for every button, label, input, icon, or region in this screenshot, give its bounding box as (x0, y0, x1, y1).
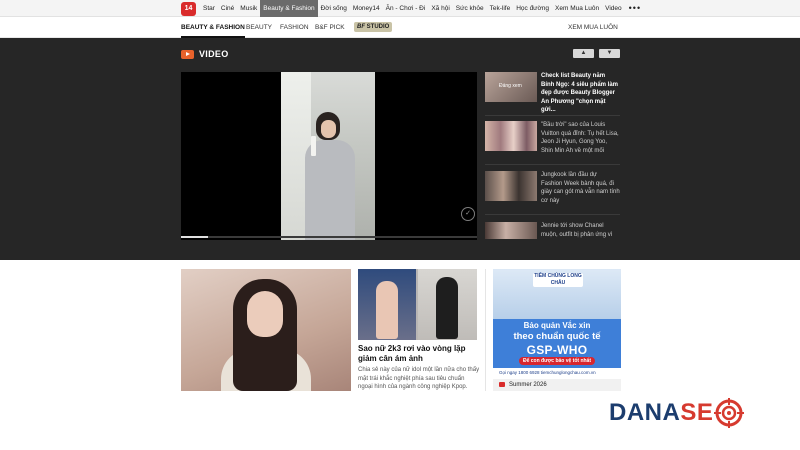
ad-footer: Gọi ngay 1800 6928 tiemchunglongchau.com… (493, 368, 621, 377)
danaseo-text-dana: DANA (609, 399, 681, 426)
play-icon (181, 49, 194, 59)
subnav-studio-badge[interactable]: BF STUDIO (354, 22, 393, 32)
video-watermark-icon: ✓ (461, 207, 475, 221)
nav-item-xem-mua-luon[interactable]: Xem Mua Luôn (552, 0, 602, 17)
featured-image-face (247, 291, 283, 337)
nav-item-money14[interactable]: Money14 (350, 0, 383, 17)
target-icon (714, 398, 745, 428)
site-logo[interactable]: 14 (181, 2, 196, 16)
video-list-item[interactable]: "Bầu trời" sao của Louis Vuitton quá đỉn… (485, 121, 620, 165)
summer-label: Summer 2026 (509, 382, 547, 388)
video-product-bottle (311, 136, 316, 156)
thumbnail-label: Đáng xem (499, 83, 522, 89)
top-navigation-bar: 14 Star Ciné Musik Beauty & Fashion Đời … (0, 0, 800, 17)
video-list-item-title[interactable]: Jungkook lần đầu dự Fashion Week bành qu… (541, 171, 620, 205)
video-thumbnail[interactable] (485, 222, 537, 239)
summer-2026-link[interactable]: Summer 2026 (493, 379, 621, 391)
nav-item-musik[interactable]: Musik (237, 0, 260, 17)
nav-item-video[interactable]: Video (602, 0, 625, 17)
video-progress-bar[interactable] (181, 236, 477, 238)
video-thumbnail[interactable] (485, 171, 537, 201)
danaseo-watermark: DANA SE (609, 398, 745, 428)
top-nav-items: Star Ciné Musik Beauty & Fashion Đời sốn… (200, 0, 645, 17)
summer-icon (499, 381, 505, 387)
subnav-beauty[interactable]: BEAUTY (246, 17, 272, 38)
video-list-item-title[interactable]: "Bầu trời" sao của Louis Vuitton quá đỉn… (541, 121, 620, 155)
article-thumbnail[interactable] (358, 269, 477, 340)
ad-cta-button[interactable]: Để con được bảo vệ tốt nhất (519, 357, 595, 365)
prev-video-button[interactable]: ▲ (573, 49, 594, 58)
video-person-face (321, 120, 336, 138)
nav-item-hoc-duong[interactable]: Học đường (513, 0, 552, 17)
ad-brand-logo: TIÊM CHỦNG LONG CHÂU (533, 273, 583, 287)
video-section-title: VIDEO (199, 49, 229, 59)
nav-item-an-choi-di[interactable]: Ăn - Chơi - Đi (383, 0, 429, 17)
nav-item-star[interactable]: Star (200, 0, 218, 17)
subnav-bf-pick[interactable]: B&F PICK (315, 17, 345, 38)
nav-item-beauty-fashion[interactable]: Beauty & Fashion (260, 0, 318, 17)
nav-item-cine[interactable]: Ciné (218, 0, 237, 17)
featured-article-image[interactable] (181, 269, 351, 391)
article-thumbnail-figure (436, 277, 458, 339)
subnav-xem-mua-luon[interactable]: XEM MUA LUÔN (568, 17, 618, 38)
ad-headline-2: theo chuẩn quốc tế (513, 331, 601, 342)
advertisement-banner[interactable]: TIÊM CHỦNG LONG CHÂU Bảo quản Vắc xin th… (493, 269, 621, 377)
ad-headline-1: Bảo quản Vắc xin (523, 321, 591, 330)
column-divider (485, 269, 486, 391)
video-thumbnail[interactable] (485, 121, 537, 151)
danaseo-text-se: SE (680, 399, 714, 426)
sub-navigation-bar: BEAUTY & FASHION BEAUTY FASHION B&F PICK… (0, 17, 800, 38)
subnav-beauty-fashion[interactable]: BEAUTY & FASHION (181, 17, 245, 38)
video-frame (281, 72, 375, 240)
article-thumbnail-figure (376, 281, 398, 339)
video-player[interactable]: ✓ (181, 72, 477, 240)
more-menu-icon[interactable]: ••• (625, 1, 645, 16)
video-list-item[interactable]: Jungkook lần đầu dự Fashion Week bành qu… (485, 171, 620, 215)
nav-item-suc-khoe[interactable]: Sức khỏe (453, 0, 487, 17)
video-list-item-title[interactable]: Check list Beauty năm Bính Ngọ: 4 siêu p… (541, 72, 620, 115)
video-list-item[interactable]: Đáng xem Check list Beauty năm Bính Ngọ:… (485, 72, 620, 116)
ad-banner-photo: TIÊM CHỦNG LONG CHÂU (493, 269, 621, 319)
video-section: VIDEO ▲ ▼ ✓ Đáng xem Check list Beauty n… (0, 38, 800, 260)
subnav-fashion[interactable]: FASHION (280, 17, 309, 38)
video-list-item-title[interactable]: Jennie tới show Chanel muộn, outfit bị p… (541, 222, 620, 239)
nav-item-tek-life[interactable]: Tek-life (487, 0, 514, 17)
video-section-header: VIDEO (181, 49, 229, 59)
video-thumbnail[interactable]: Đáng xem (485, 72, 537, 102)
nav-item-doi-song[interactable]: Đời sống (318, 0, 350, 17)
article-title[interactable]: Sao nữ 2k3 rơi vào vòng lặp giảm cân ám … (358, 344, 478, 364)
video-list-item[interactable]: Jennie tới show Chanel muộn, outfit bị p… (485, 222, 620, 246)
nav-item-xa-hoi[interactable]: Xã hội (428, 0, 452, 17)
next-video-button[interactable]: ▼ (599, 49, 620, 58)
article-description: Chia sẻ này của nữ idol một lần nữa cho … (358, 367, 480, 390)
video-progress-fill (181, 236, 208, 238)
ad-headline-3: GSP-WHO (526, 343, 588, 357)
